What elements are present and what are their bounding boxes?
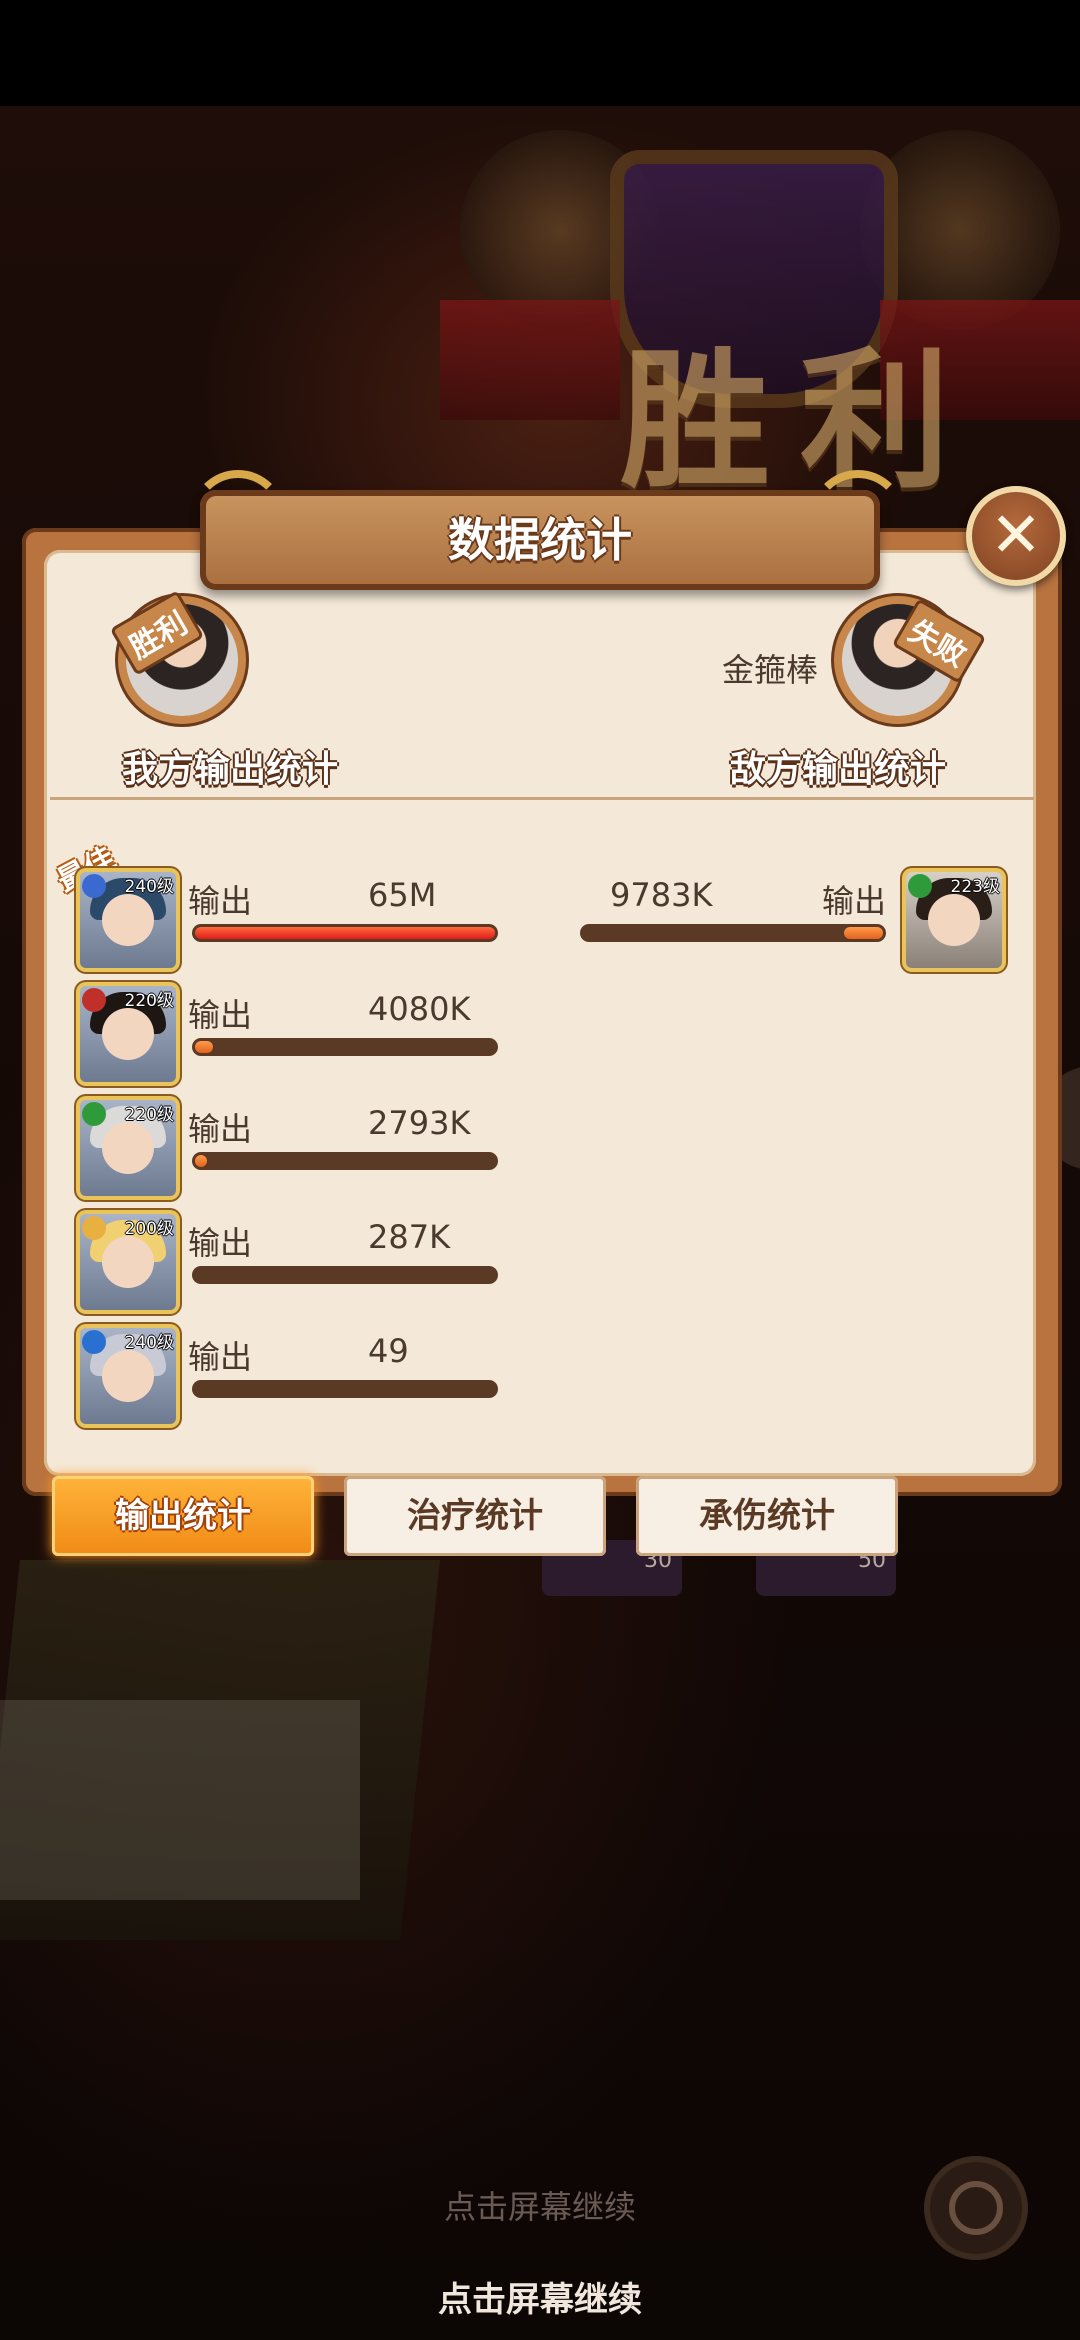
tab-damage-taken-stats[interactable]: 承伤统计 [636, 1476, 898, 1556]
output-bar-fill [195, 1041, 213, 1053]
speed-toggle-button[interactable] [924, 2156, 1028, 2260]
output-bar-fill [195, 927, 495, 939]
hero-face [102, 894, 154, 946]
continue-hint-faded: 点击屏幕继续 [443, 2188, 636, 2226]
enemy-output-bar-fill [844, 927, 883, 939]
output-value: 65M [368, 876, 437, 914]
enemy-output-stats-title: 敌方输出统计 [730, 749, 947, 790]
hero-level: 223级 [950, 877, 1000, 897]
output-value: 287K [368, 1218, 451, 1256]
hero-face [102, 1350, 154, 1402]
faction-badge-icon [82, 1330, 106, 1354]
dialog-title: 数据统计 [448, 513, 632, 567]
output-bar-fill [195, 1155, 207, 1167]
hero-portrait[interactable]: 220级 [80, 1100, 176, 1196]
victory-banner-text: 胜利 [620, 333, 981, 509]
faction-badge-icon [908, 874, 932, 898]
output-label: 输出 [188, 1224, 253, 1262]
output-label: 输出 [188, 1110, 253, 1148]
output-value: 49 [368, 1332, 409, 1370]
enemy-hero-portrait[interactable]: 223级 [906, 872, 1002, 968]
output-value: 2793K [368, 1104, 471, 1142]
hero-face [102, 1122, 154, 1174]
hero-portrait[interactable]: 200级 [80, 1214, 176, 1310]
faction-badge-icon [82, 874, 106, 898]
clock-icon [949, 2181, 1003, 2235]
status-bar [0, 0, 1080, 106]
ribbon-left-decoration [440, 300, 620, 420]
faction-badge-icon [82, 988, 106, 1012]
divider [50, 797, 1034, 800]
hero-level: 220级 [124, 991, 174, 1011]
output-bar [192, 924, 498, 942]
hero-level: 200级 [124, 1219, 174, 1239]
continue-hint[interactable]: 点击屏幕继续 [0, 2272, 1080, 2321]
output-bar [192, 1266, 498, 1284]
hero-portrait[interactable]: 220级 [80, 986, 176, 1082]
output-bar [192, 1038, 498, 1056]
enemy-name: 金箍棒 [722, 651, 819, 689]
tab-healing-stats[interactable]: 治疗统计 [344, 1476, 606, 1556]
hero-level: 240级 [124, 877, 174, 897]
hero-face [928, 894, 980, 946]
hero-portrait[interactable]: 240级 [80, 1328, 176, 1424]
enemy-output-label: 输出 [822, 882, 887, 920]
output-label: 输出 [188, 882, 253, 920]
tab-output-stats[interactable]: 输出统计 [52, 1476, 314, 1556]
output-value: 4080K [368, 990, 471, 1028]
faction-badge-icon [82, 1102, 106, 1126]
hero-portrait[interactable]: 240级 [80, 872, 176, 968]
enemy-output-bar [580, 924, 886, 942]
hero-level: 240级 [124, 1333, 174, 1353]
hero-level: 220级 [124, 1105, 174, 1125]
faction-badge-icon [82, 1216, 106, 1240]
hero-face [102, 1236, 154, 1288]
background-character-cloth [0, 1700, 360, 1900]
close-button[interactable]: ✕ [966, 486, 1066, 586]
our-output-stats-title: 我方输出统计 [122, 749, 339, 790]
output-bar [192, 1380, 498, 1398]
output-bar [192, 1152, 498, 1170]
hero-face [102, 1008, 154, 1060]
output-label: 输出 [188, 1338, 253, 1376]
output-label: 输出 [188, 996, 253, 1034]
enemy-output-value: 9783K [610, 876, 713, 914]
